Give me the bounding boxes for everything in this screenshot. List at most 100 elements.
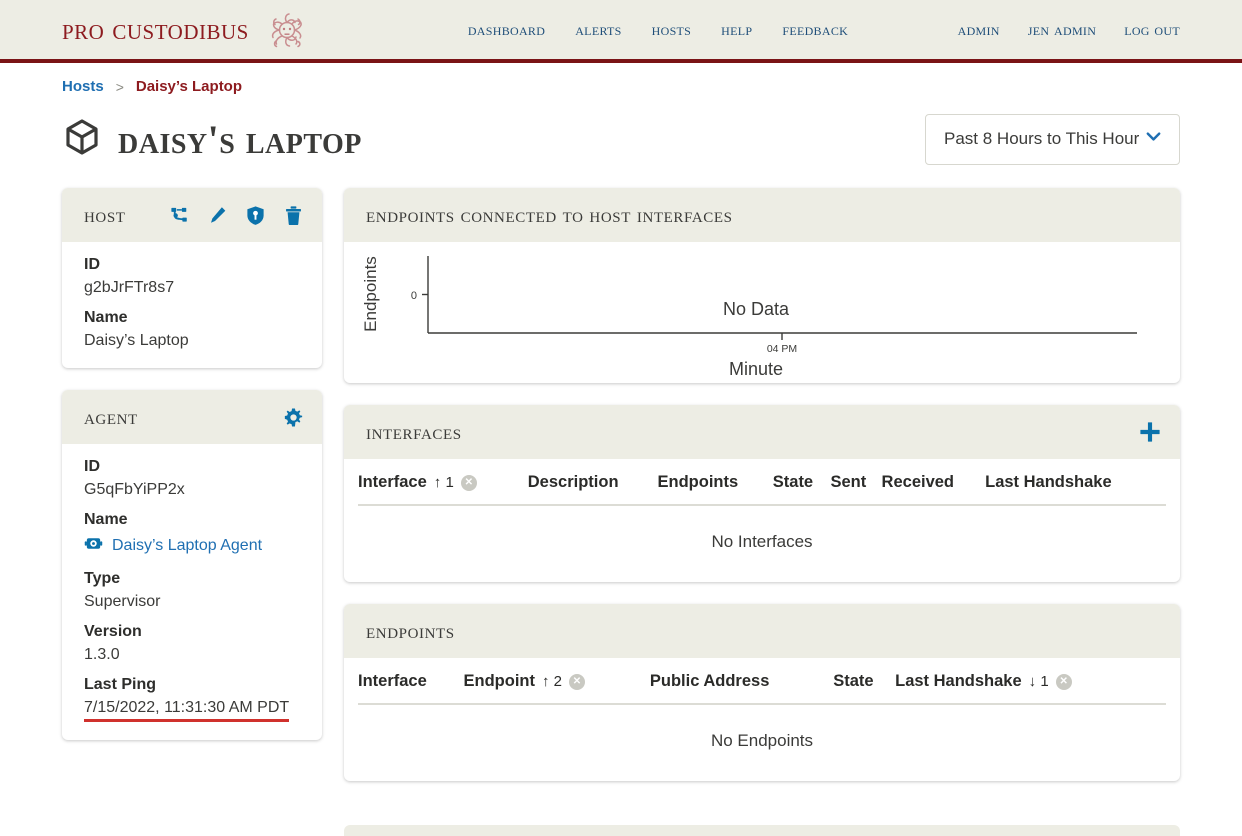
svg-text:0: 0	[411, 290, 417, 302]
col-state[interactable]: State	[772, 459, 831, 506]
user-nav: Admin Jen Admin Log Out	[958, 19, 1180, 40]
agent-version-value: 1.3.0	[84, 646, 120, 663]
host-name-value: Daisy’s Laptop	[84, 332, 189, 349]
col-ep-last-handshake-sort: ↓ 1	[1028, 673, 1049, 690]
primary-nav: Dashboard Alerts Hosts Help Feedback	[468, 19, 848, 40]
endpoints-chart-title: Endpoints Connected to Host Interfaces	[366, 202, 733, 227]
col-description[interactable]: Description	[527, 459, 658, 506]
agent-id-label: ID	[84, 458, 100, 475]
endpoints-empty-message: No Endpoints	[710, 731, 814, 750]
plus-icon[interactable]	[1138, 420, 1162, 444]
svg-text:Endpoints: Endpoints	[361, 256, 380, 332]
col-interface[interactable]: Interface ↑ 1 ✕	[358, 459, 528, 506]
nav-link-jen-admin[interactable]: Jen Admin	[1028, 19, 1096, 40]
agent-name-link[interactable]: Daisy’s Laptop Agent	[112, 537, 262, 555]
col-last-handshake[interactable]: Last Handshake	[985, 459, 1166, 506]
nav-link-feedback[interactable]: Feedback	[782, 19, 848, 40]
pencil-icon[interactable]	[207, 205, 228, 226]
interfaces-table-header-row: Interface ↑ 1 ✕ Description Endpoints St…	[358, 459, 1166, 506]
nav-link-alerts[interactable]: Alerts	[575, 19, 621, 40]
endpoints-chart-header: Endpoints Connected to Host Interfaces	[344, 188, 1180, 242]
endpoints-chart-card: Endpoints Connected to Host Interfaces 0…	[344, 188, 1180, 383]
col-ep-endpoint-clear-sort[interactable]: ✕	[569, 673, 585, 690]
nav-link-help[interactable]: Help	[721, 19, 752, 40]
agent-last-ping-row: 7/15/2022, 11:31:30 AM PDT	[84, 699, 300, 722]
robot-icon	[84, 534, 103, 558]
brand-logo[interactable]: Pro Custodibus	[62, 6, 311, 54]
interfaces-card-title: Interfaces	[366, 419, 462, 444]
col-endpoints[interactable]: Endpoints	[657, 459, 773, 506]
host-card-body: ID g2bJrFTr8s7 Name Daisy’s Laptop	[62, 242, 322, 368]
col-ep-interface[interactable]: Interface	[358, 658, 464, 705]
host-id-value: g2bJrFTr8s7	[84, 279, 175, 296]
col-interface-sort: ↑ 1	[433, 474, 454, 491]
medusa-head-icon	[263, 6, 311, 54]
page-title: Daisy's Laptop	[118, 116, 362, 162]
nav-link-log-out[interactable]: Log Out	[1124, 19, 1180, 40]
agent-card-title: Agent	[84, 404, 138, 429]
endpoints-table-header-row: Interface Endpoint ↑ 2 ✕ Public Address	[358, 658, 1166, 705]
svg-text:04 PM: 04 PM	[767, 343, 797, 355]
breadcrumb-separator: >	[115, 78, 124, 95]
interfaces-empty-row: No Interfaces	[358, 505, 1166, 582]
left-column: Host	[62, 188, 322, 836]
interfaces-table-wrap: Interface ↑ 1 ✕ Description Endpoints St…	[344, 459, 1180, 582]
host-name-label: Name	[84, 309, 128, 326]
agent-id-value: G5qFbYiPP2x	[84, 481, 185, 498]
host-id-label: ID	[84, 256, 100, 273]
host-card-header: Host	[62, 188, 322, 242]
network-icon[interactable]	[169, 205, 190, 226]
host-card-actions	[169, 205, 304, 226]
col-ep-last-handshake[interactable]: Last Handshake ↓ 1 ✕	[895, 658, 1166, 705]
shield-key-icon[interactable]	[245, 205, 266, 226]
page-content: Hosts > Daisy’s Laptop Daisy's Laptop Pa…	[0, 63, 1242, 836]
breadcrumb-current: Daisy’s Laptop	[135, 78, 243, 95]
col-ep-endpoint-sort: ↑ 2	[541, 673, 562, 690]
col-sent[interactable]: Sent	[830, 459, 882, 506]
col-ep-endpoint[interactable]: Endpoint ↑ 2 ✕	[463, 658, 650, 705]
next-card-partial	[344, 825, 1180, 836]
agent-name-label: Name	[84, 511, 128, 528]
breadcrumb: Hosts > Daisy’s Laptop	[62, 63, 1180, 95]
nav-link-dashboard[interactable]: Dashboard	[468, 19, 545, 40]
col-received[interactable]: Received	[881, 459, 986, 506]
col-ep-state[interactable]: State	[833, 658, 896, 705]
endpoints-chart-body: 0 04 PM Endpoints Minute No Data	[344, 242, 1180, 383]
time-range-value: Past 8 Hours to This Hour	[944, 129, 1140, 148]
nav-link-admin[interactable]: Admin	[958, 19, 1000, 40]
col-ep-public-address[interactable]: Public Address	[649, 658, 834, 705]
content-grid: Host	[62, 188, 1180, 836]
col-interface-label: Interface	[358, 473, 427, 491]
agent-card-body: ID G5qFbYiPP2x Name Daisy’s Laptop Agent…	[62, 444, 322, 740]
endpoints-card: Endpoints Interface Endpoint ↑ 2	[344, 604, 1180, 781]
interfaces-table: Interface ↑ 1 ✕ Description Endpoints St…	[358, 459, 1166, 582]
page-title-group: Daisy's Laptop	[62, 116, 362, 163]
endpoints-card-header: Endpoints	[344, 604, 1180, 658]
agent-last-ping-value: 7/15/2022, 11:31:30 AM PDT	[84, 699, 290, 722]
agent-card-header: Agent	[62, 390, 322, 444]
interfaces-card: Interfaces	[344, 405, 1180, 582]
interfaces-empty-message: No Interfaces	[711, 532, 813, 551]
agent-last-ping-label: Last Ping	[84, 676, 157, 693]
agent-version-label: Version	[84, 623, 142, 640]
svg-text:Minute: Minute	[729, 359, 783, 379]
page-title-row: Daisy's Laptop Past 8 Hours to This Hour	[62, 111, 1180, 167]
time-range-select[interactable]: Past 8 Hours to This Hour	[925, 113, 1180, 165]
nav-link-hosts[interactable]: Hosts	[652, 19, 692, 40]
svg-text:No Data: No Data	[723, 299, 790, 319]
col-interface-clear-sort[interactable]: ✕	[460, 474, 477, 491]
right-column: Endpoints Connected to Host Interfaces 0…	[344, 188, 1180, 836]
gear-icon[interactable]	[283, 407, 304, 428]
endpoints-table-wrap: Interface Endpoint ↑ 2 ✕ Public Address	[344, 658, 1180, 781]
agent-type-value: Supervisor	[84, 593, 161, 610]
trash-icon[interactable]	[283, 205, 304, 226]
agent-type-label: Type	[84, 570, 121, 587]
endpoints-card-title: Endpoints	[366, 618, 455, 643]
col-ep-last-handshake-label: Last Handshake	[895, 672, 1022, 690]
col-ep-last-handshake-clear-sort[interactable]: ✕	[1055, 673, 1072, 690]
agent-card: Agent ID G5qFbYiPP2x Name	[62, 390, 322, 740]
host-card-title: Host	[84, 202, 126, 227]
endpoints-empty-row: No Endpoints	[358, 704, 1166, 781]
cube-icon	[62, 117, 102, 162]
breadcrumb-hosts-link[interactable]: Hosts	[62, 78, 104, 95]
